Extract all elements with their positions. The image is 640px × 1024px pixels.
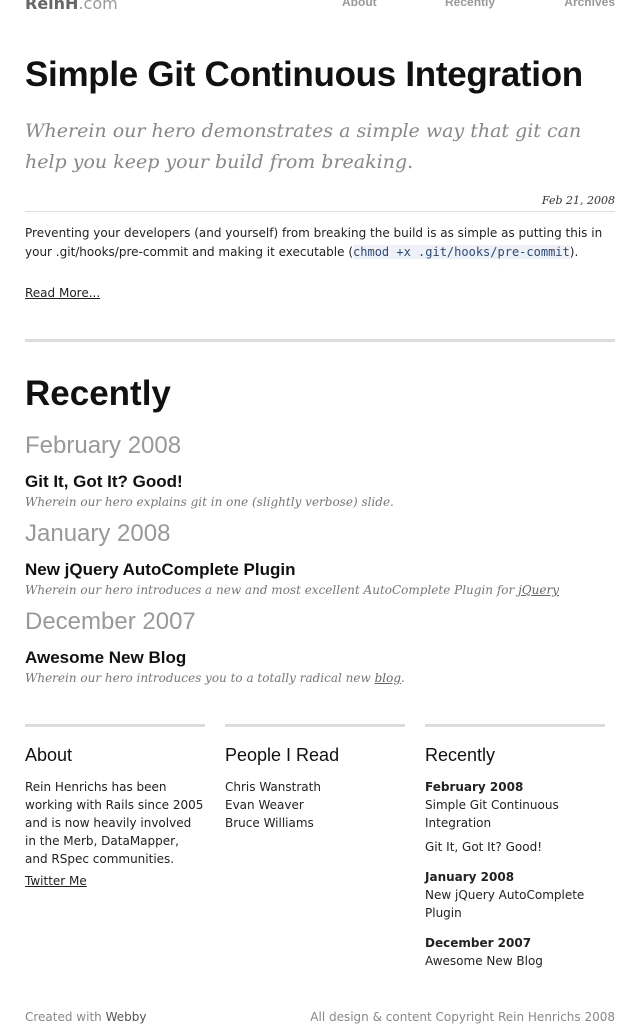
desc-text: Wherein our hero introduces you to a tot… <box>25 671 375 685</box>
column-bar <box>425 724 605 727</box>
month-heading: January 2008 <box>25 520 171 547</box>
footer-copyright: All design & content Copyright Rein Henr… <box>310 1010 615 1024</box>
read-more-link[interactable]: Read More... <box>25 286 100 300</box>
about-column: About Rein Henrichs has been working wit… <box>25 724 205 890</box>
month-heading: February 2008 <box>25 432 182 459</box>
recently-heading: Recently <box>25 374 171 413</box>
post-subtitle: Wherein our hero demonstrates a simple w… <box>25 120 582 173</box>
recent-column: Recently February 2008 Simple Git Contin… <box>425 724 605 976</box>
recent-month: February 2008 <box>425 780 524 794</box>
recent-entry-link[interactable]: New jQuery AutoComplete Plugin <box>425 886 605 922</box>
column-bar <box>25 724 205 727</box>
person-link[interactable]: Bruce Williams <box>225 814 405 832</box>
recent-month: January 2008 <box>425 870 515 884</box>
recent-entry-link[interactable]: Git It, Got It? Good! <box>425 838 605 856</box>
column-bar <box>225 724 405 727</box>
jquery-link[interactable]: jQuery <box>518 583 559 597</box>
recent-group: January 2008 New jQuery AutoComplete Plu… <box>425 868 605 922</box>
excerpt-text-end: ). <box>569 245 579 259</box>
top-bar: ReinH.com About Recently Archives <box>25 0 615 14</box>
people-heading: People I Read <box>225 745 340 765</box>
about-text: Rein Henrichs has been working with Rail… <box>25 780 204 866</box>
divider <box>25 211 615 212</box>
recent-post-title[interactable]: Awesome New Blog <box>25 648 186 668</box>
recent-post-desc: Wherein our hero introduces you to a tot… <box>25 671 405 685</box>
desc-text: Wherein our hero introduces a new and mo… <box>25 583 519 597</box>
desc-text: Wherein our hero explains git in one (sl… <box>25 495 394 509</box>
webby-link[interactable]: Webby <box>106 1010 147 1024</box>
recent-post-title[interactable]: New jQuery AutoComplete Plugin <box>25 560 295 580</box>
recent-heading: Recently <box>425 745 496 765</box>
credit-text: Created with <box>25 1010 106 1024</box>
people-list: Chris Wanstrath Evan Weaver Bruce Willia… <box>225 778 405 832</box>
recent-group: February 2008 Simple Git Continuous Inte… <box>425 778 605 856</box>
nav-recently-link[interactable]: Recently <box>445 0 495 9</box>
recent-month: December 2007 <box>425 936 532 950</box>
nav-archives-link[interactable]: Archives <box>564 0 615 9</box>
recent-post-desc: Wherein our hero explains git in one (sl… <box>25 495 394 509</box>
about-heading: About <box>25 745 73 765</box>
site-logo[interactable]: ReinH.com <box>25 0 118 13</box>
nav-about-link[interactable]: About <box>342 0 377 9</box>
section-divider <box>25 339 615 342</box>
recent-entry-link[interactable]: Awesome New Blog <box>425 952 605 970</box>
desc-text-end: . <box>401 671 405 685</box>
recent-group: December 2007 Awesome New Blog <box>425 934 605 970</box>
twitter-link[interactable]: Twitter Me <box>25 874 87 888</box>
logo-suffix-text: .com <box>78 0 118 13</box>
people-column: People I Read Chris Wanstrath Evan Weave… <box>225 724 405 832</box>
recent-entry-link[interactable]: Simple Git Continuous Integration <box>425 796 605 832</box>
recent-post-desc: Wherein our hero introduces a new and mo… <box>25 583 559 597</box>
post-date: Feb 21, 2008 <box>541 194 615 207</box>
blog-link[interactable]: blog <box>375 671 401 685</box>
recent-post-title[interactable]: Git It, Got It? Good! <box>25 472 183 492</box>
month-heading: December 2007 <box>25 608 196 635</box>
post-title[interactable]: Simple Git Continuous Integration <box>25 55 583 95</box>
person-link[interactable]: Evan Weaver <box>225 796 405 814</box>
excerpt-code: chmod +x .git/hooks/pre-commit <box>353 245 570 259</box>
logo-main-text: ReinH <box>25 0 79 13</box>
person-link[interactable]: Chris Wanstrath <box>225 778 405 796</box>
post-excerpt: Preventing your developers (and yourself… <box>25 224 617 262</box>
footer-credit: Created with Webby <box>25 1010 146 1024</box>
